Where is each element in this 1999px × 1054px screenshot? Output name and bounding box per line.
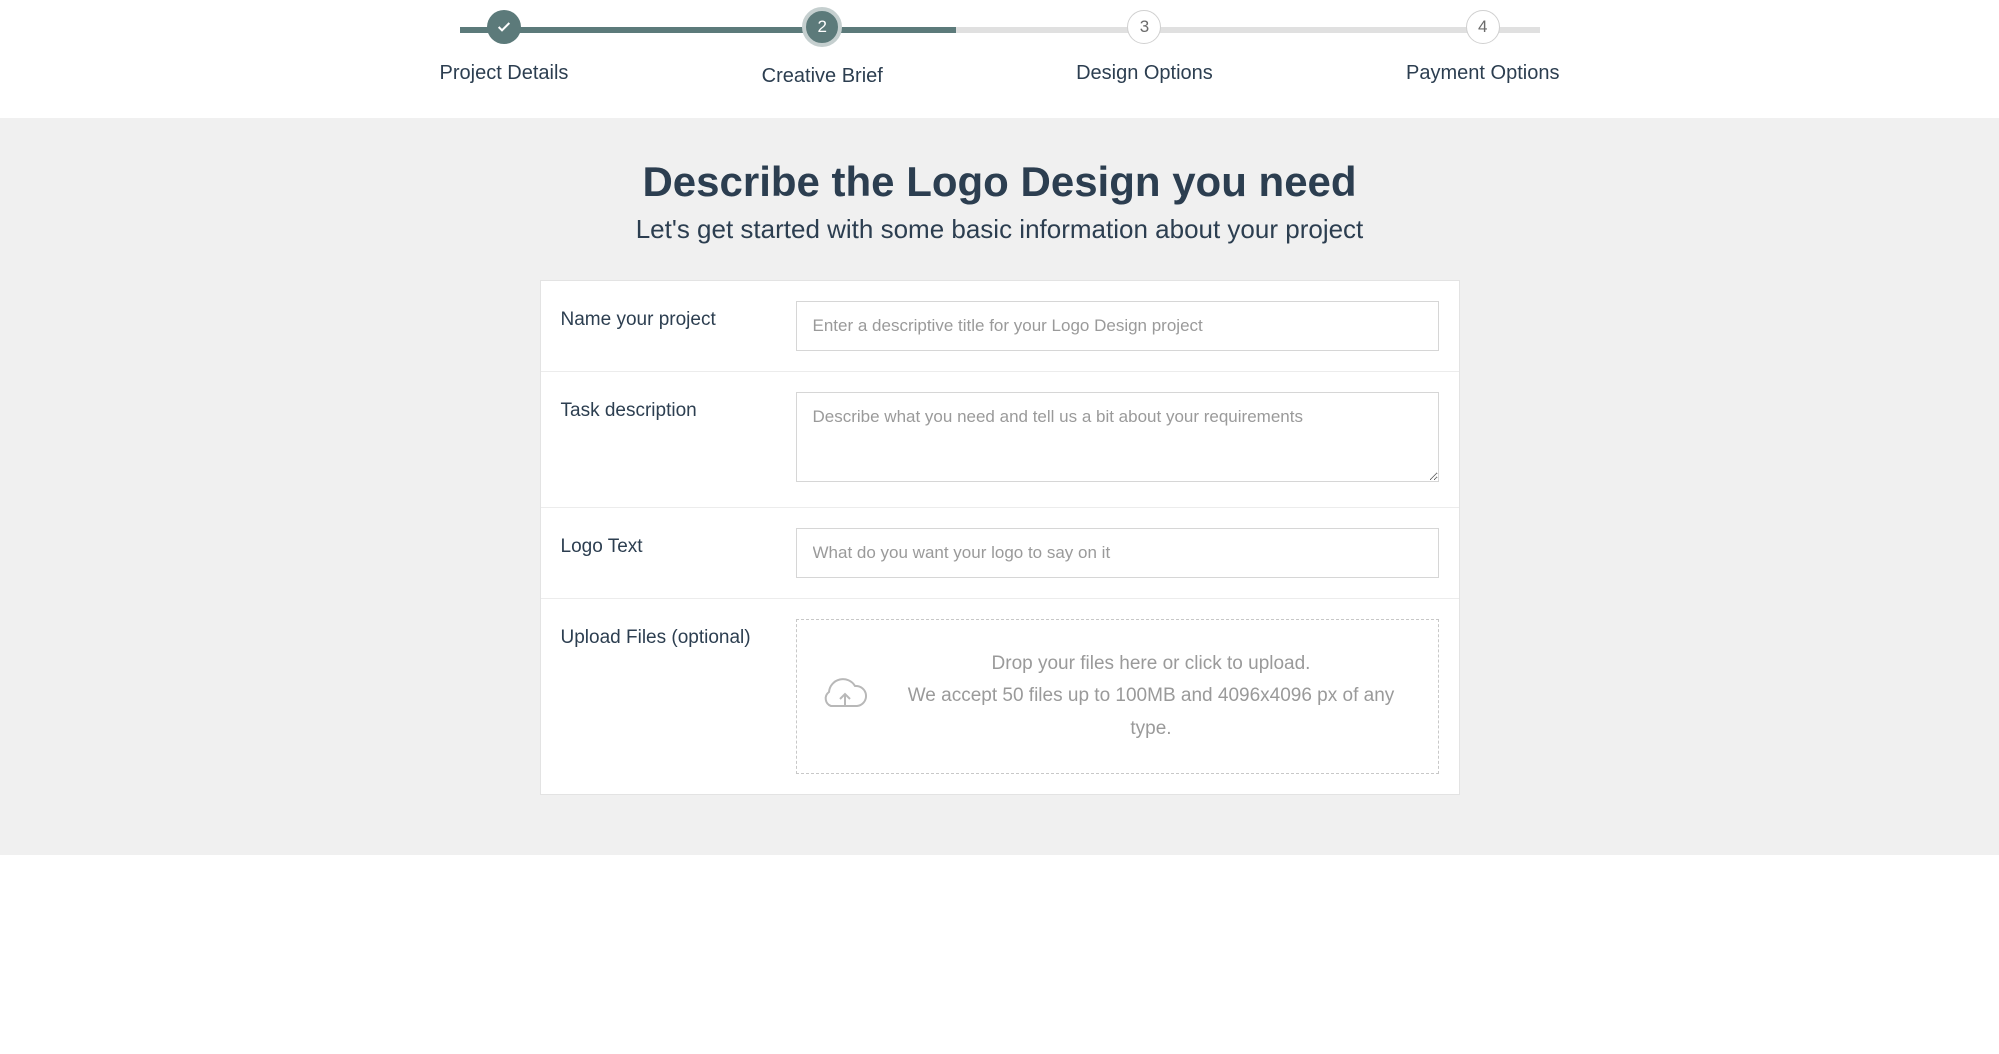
project-name-input[interactable] (796, 301, 1439, 351)
page-subtitle: Let's get started with some basic inform… (0, 214, 1999, 245)
step-label: Project Details (440, 62, 569, 85)
step-payment-options[interactable]: 4 Payment Options (1406, 10, 1559, 85)
step-label: Design Options (1076, 62, 1213, 85)
dropzone-text: Drop your files here or click to upload.… (889, 648, 1414, 745)
stepper-area: Project Details 2 Creative Brief 3 Desig… (0, 0, 1999, 118)
label-project-name: Name your project (561, 301, 796, 331)
step-circle-active: 2 (802, 7, 842, 47)
step-circle-pending: 4 (1466, 10, 1500, 44)
step-design-options[interactable]: 3 Design Options (1076, 10, 1213, 85)
label-logo-text: Logo Text (561, 528, 796, 558)
step-circle-done (487, 10, 521, 44)
row-project-name: Name your project (541, 281, 1459, 372)
row-upload-files: Upload Files (optional) Drop your files … (541, 599, 1459, 794)
file-dropzone[interactable]: Drop your files here or click to upload.… (796, 619, 1439, 774)
row-logo-text: Logo Text (541, 508, 1459, 599)
label-upload-files: Upload Files (optional) (561, 619, 796, 649)
main-area: Describe the Logo Design you need Let's … (0, 118, 1999, 855)
logo-text-input[interactable] (796, 528, 1439, 578)
cloud-upload-icon (821, 676, 869, 716)
step-label: Payment Options (1406, 62, 1559, 85)
step-circle-pending: 3 (1127, 10, 1161, 44)
step-label: Creative Brief (762, 65, 883, 88)
progress-stepper: Project Details 2 Creative Brief 3 Desig… (400, 10, 1600, 88)
step-creative-brief[interactable]: 2 Creative Brief (762, 10, 883, 88)
step-project-details[interactable]: Project Details (440, 10, 569, 85)
dropzone-prompt: Drop your files here or click to upload. (889, 648, 1414, 680)
page-title: Describe the Logo Design you need (0, 158, 1999, 206)
row-task-description: Task description (541, 372, 1459, 508)
task-description-input[interactable] (796, 392, 1439, 482)
check-icon (496, 19, 512, 35)
form-card: Name your project Task description Logo … (540, 280, 1460, 795)
label-task-description: Task description (561, 392, 796, 422)
dropzone-note: We accept 50 files up to 100MB and 4096x… (889, 680, 1414, 745)
